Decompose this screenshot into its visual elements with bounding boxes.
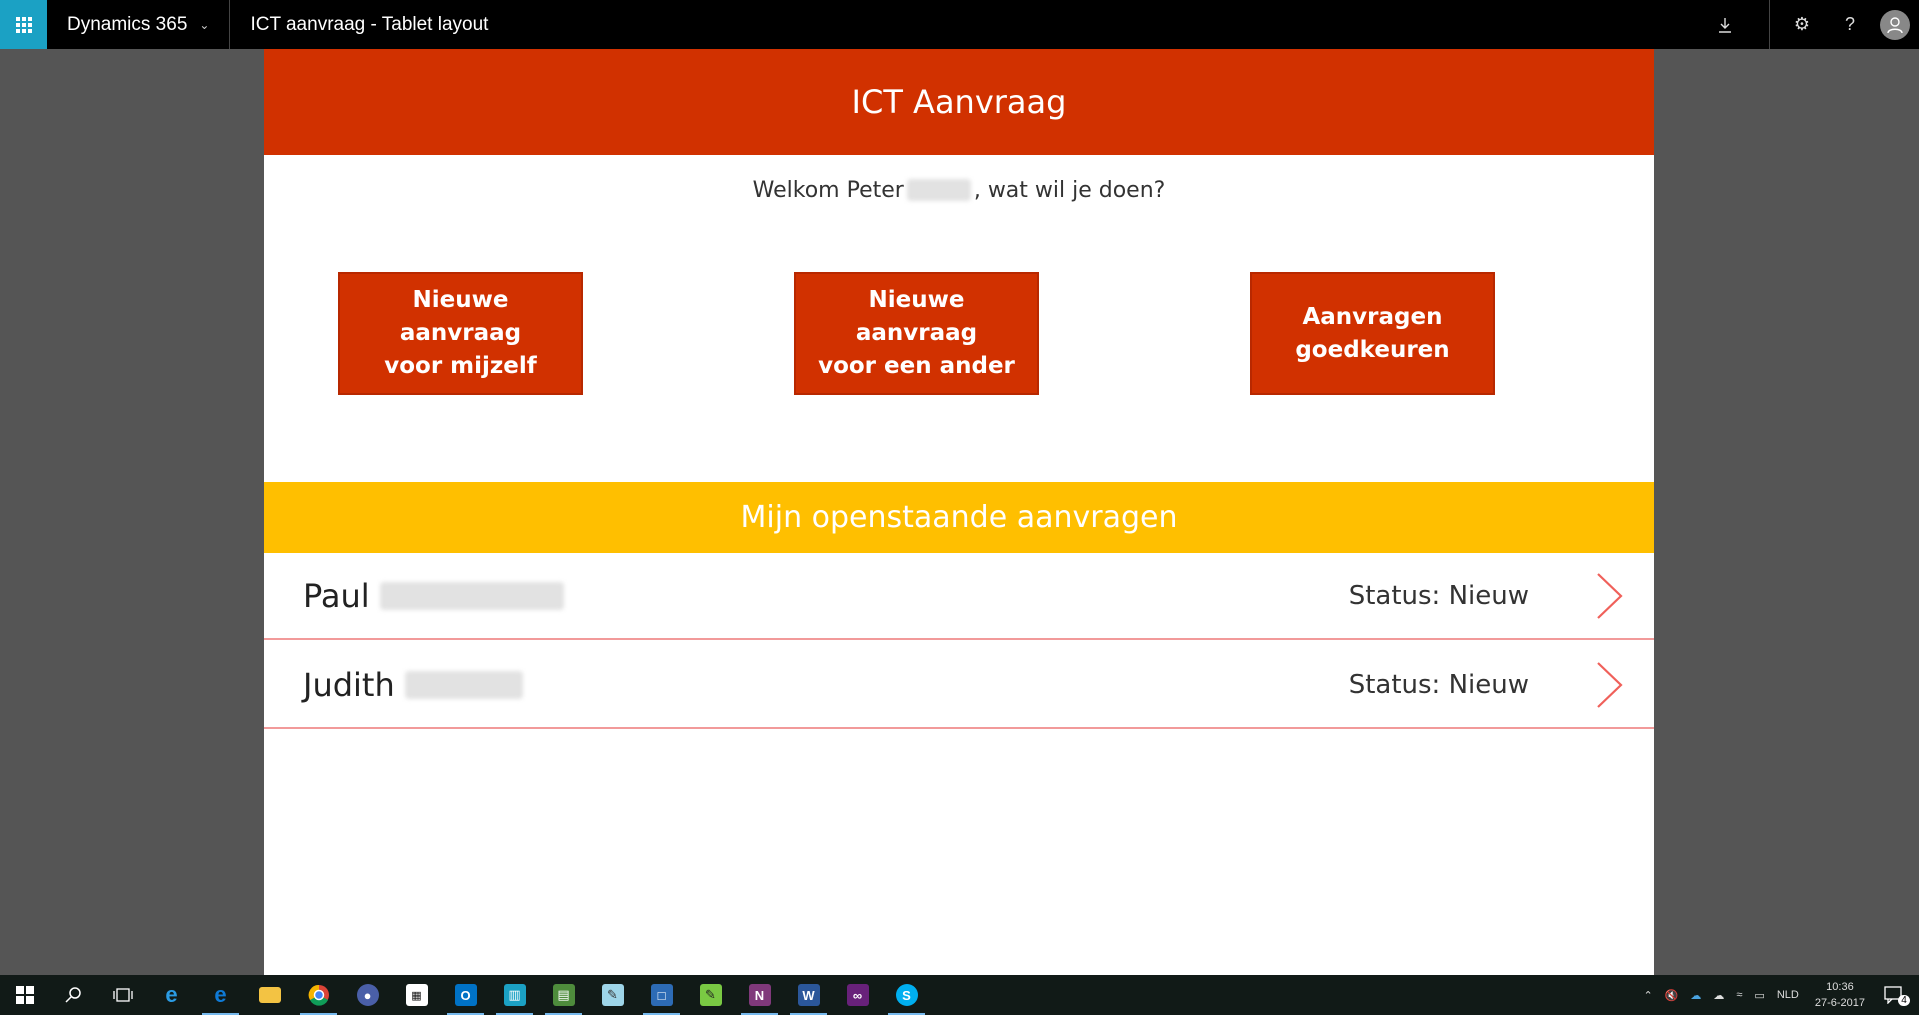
welcome-prefix: Welkom Peter xyxy=(752,177,904,203)
notes-icon[interactable]: ✎ xyxy=(588,975,637,1015)
button-label-line1: Nieuwe aanvraag xyxy=(399,287,522,346)
clock[interactable]: 10:36 27-6-2017 xyxy=(1805,979,1875,1011)
requester-name: Paul xyxy=(303,576,370,615)
word-icon[interactable]: W xyxy=(784,975,833,1015)
internet-explorer-icon[interactable]: e xyxy=(147,975,196,1015)
keepass-icon[interactable]: ● xyxy=(343,975,392,1015)
notification-count: 4 xyxy=(1898,994,1910,1006)
brand-label: Dynamics 365 xyxy=(67,13,188,35)
onedrive-personal-icon[interactable]: ☁ xyxy=(1707,989,1730,1002)
person-icon xyxy=(1887,16,1903,33)
task-view-icon[interactable] xyxy=(98,975,147,1015)
edge-icon[interactable]: e xyxy=(196,975,245,1015)
redacted-surname xyxy=(906,179,971,201)
app-canvas: ICT Aanvraag Welkom Peter , wat wil je d… xyxy=(264,49,1654,975)
app-header: ICT Aanvraag xyxy=(264,49,1654,155)
action-center-button[interactable]: 4 xyxy=(1875,975,1919,1015)
help-icon[interactable]: ? xyxy=(1826,0,1874,49)
file-explorer-icon[interactable] xyxy=(245,975,294,1015)
user-avatar[interactable] xyxy=(1880,9,1910,40)
waffle-icon xyxy=(15,16,32,33)
download-icon[interactable] xyxy=(1701,0,1749,49)
gear-icon[interactable]: ⚙ xyxy=(1778,0,1826,49)
chevron-up-icon[interactable]: ⌃ xyxy=(1637,989,1658,1002)
remote-desktop-icon[interactable]: □ xyxy=(637,975,686,1015)
chevron-right-icon[interactable] xyxy=(1589,566,1629,626)
system-tray: ⌃ 🔇 ☁ ☁ ≈ ▭ NLD 10:36 27-6-2017 4 xyxy=(1637,975,1919,1015)
redacted-surname xyxy=(379,581,564,610)
notepad-plus-icon[interactable]: ✎ xyxy=(686,975,735,1015)
requester-name: Judith xyxy=(303,665,395,704)
chrome-icon[interactable] xyxy=(294,975,343,1015)
new-request-self-button[interactable]: Nieuwe aanvraag voor mijzelf xyxy=(338,272,583,395)
remote-app-icon[interactable]: ▤ xyxy=(539,975,588,1015)
windows-taskbar: e e ● ▦ O ▥ ▤ ✎ □ ✎ N W ∞ S ⌃ 🔇 ☁ ☁ ≈ ▭ … xyxy=(0,975,1919,1015)
button-label-line2: voor een ander xyxy=(818,353,1015,379)
outlook-icon[interactable]: O xyxy=(441,975,490,1015)
search-icon[interactable] xyxy=(49,975,98,1015)
welcome-suffix: , wat wil je doen? xyxy=(973,177,1166,203)
store-icon[interactable]: ▦ xyxy=(392,975,441,1015)
chevron-right-icon[interactable] xyxy=(1589,655,1629,715)
request-row[interactable]: Paul Status: Nieuw xyxy=(264,553,1654,640)
request-status: Status: Nieuw xyxy=(1348,669,1529,700)
new-request-other-button[interactable]: Nieuwe aanvraag voor een ander xyxy=(794,272,1039,395)
redacted-surname xyxy=(404,670,523,699)
button-label-line1: Aanvragen xyxy=(1302,303,1443,330)
button-label-line2: voor mijzelf xyxy=(384,353,537,379)
volume-muted-icon[interactable]: 🔇 xyxy=(1659,989,1685,1002)
request-row[interactable]: Judith Status: Nieuw xyxy=(264,642,1654,729)
brand-menu[interactable]: Dynamics 365 ⌄ xyxy=(47,0,231,49)
app-launcher-button[interactable] xyxy=(0,0,47,49)
button-label-line1: Nieuwe aanvraag xyxy=(855,287,978,346)
windows-logo-icon xyxy=(15,986,34,1004)
language-indicator[interactable]: NLD xyxy=(1771,989,1805,1001)
skype-icon[interactable]: S xyxy=(882,975,931,1015)
azure-storage-icon[interactable]: ▥ xyxy=(490,975,539,1015)
button-label-line2: goedkeuren xyxy=(1295,336,1450,363)
battery-icon[interactable]: ▭ xyxy=(1748,989,1770,1002)
wifi-icon[interactable]: ≈ xyxy=(1730,989,1748,1001)
clock-date: 27-6-2017 xyxy=(1814,997,1865,1009)
dynamics-top-bar: Dynamics 365 ⌄ ICT aanvraag - Tablet lay… xyxy=(0,0,1919,49)
onedrive-icon[interactable]: ☁ xyxy=(1684,989,1707,1002)
onenote-icon[interactable]: N xyxy=(735,975,784,1015)
start-button[interactable] xyxy=(0,975,49,1015)
chevron-down-icon: ⌄ xyxy=(199,17,210,32)
clock-time: 10:36 xyxy=(1826,981,1854,993)
visual-studio-icon[interactable]: ∞ xyxy=(833,975,882,1015)
request-status: Status: Nieuw xyxy=(1348,580,1529,611)
approve-requests-button[interactable]: Aanvragen goedkeuren xyxy=(1250,272,1495,395)
app-title: ICT aanvraag - Tablet layout xyxy=(250,13,489,35)
welcome-message: Welkom Peter , wat wil je doen? xyxy=(264,175,1654,205)
open-requests-heading: Mijn openstaande aanvragen xyxy=(264,482,1654,553)
